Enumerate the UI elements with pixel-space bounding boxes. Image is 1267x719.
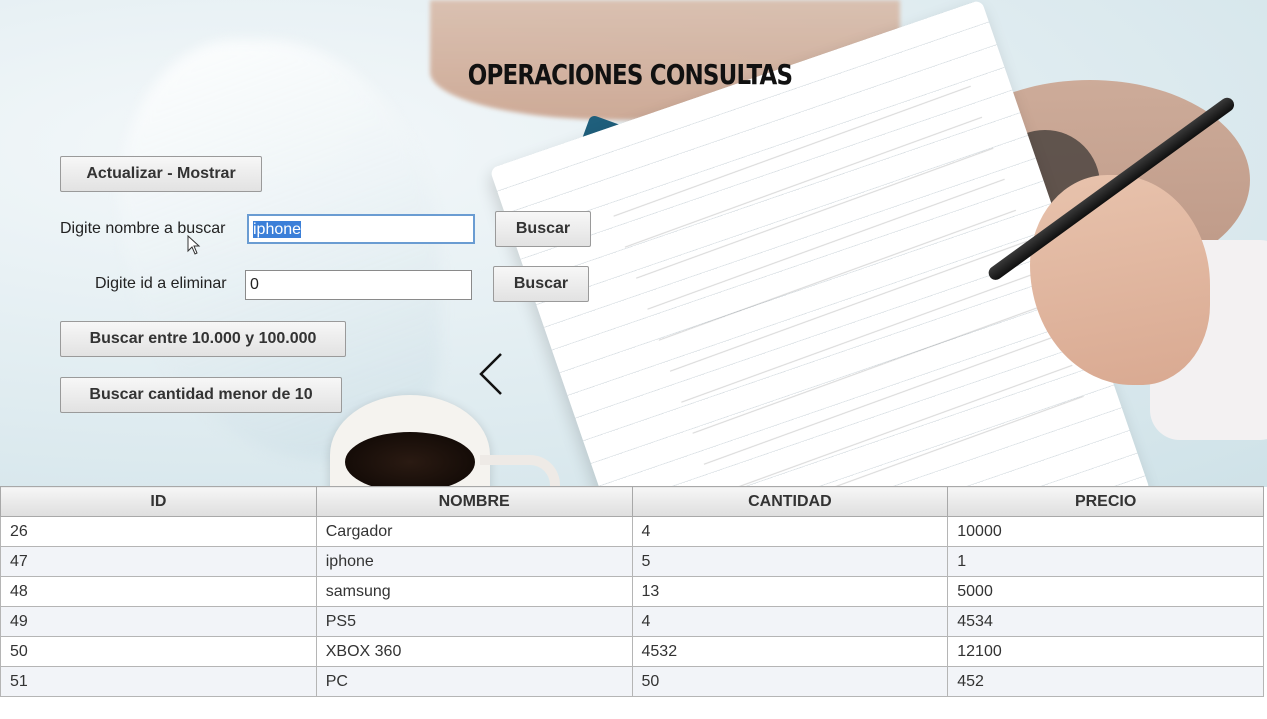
- cell-nombre: samsung: [315, 576, 633, 607]
- table-row[interactable]: 47 iphone 5 1: [0, 546, 1264, 577]
- range-search-button[interactable]: Buscar entre 10.000 y 100.000: [60, 321, 346, 357]
- delete-id-label: Digite id a eliminar: [95, 275, 227, 292]
- cell-cantidad: 4532: [631, 636, 949, 667]
- cell-precio: 10000: [947, 516, 1264, 547]
- cell-cantidad: 4: [631, 606, 949, 637]
- cell-precio: 1: [947, 546, 1264, 577]
- table-row[interactable]: 26 Cargador 4 10000: [0, 516, 1264, 547]
- cell-nombre: PC: [315, 666, 633, 697]
- cell-cantidad: 13: [631, 576, 949, 607]
- cell-nombre: Cargador: [315, 516, 633, 547]
- cell-precio: 4534: [947, 606, 1264, 637]
- table-row[interactable]: 48 samsung 13 5000: [0, 576, 1264, 607]
- refresh-show-button[interactable]: Actualizar - Mostrar: [60, 156, 262, 192]
- page-title: OPERACIONES CONSULTAS: [467, 58, 793, 91]
- table-header-row: ID NOMBRE CANTIDAD PRECIO: [0, 486, 1264, 517]
- column-header-id[interactable]: ID: [0, 486, 317, 517]
- low-quantity-search-button[interactable]: Buscar cantidad menor de 10: [60, 377, 342, 413]
- cell-cantidad: 5: [631, 546, 949, 577]
- cell-nombre: iphone: [315, 546, 633, 577]
- table-row[interactable]: 49 PS5 4 4534: [0, 606, 1264, 637]
- delete-id-value: 0: [250, 276, 259, 293]
- mouse-cursor-icon: [187, 235, 201, 255]
- column-header-cantidad[interactable]: CANTIDAD: [631, 486, 949, 517]
- products-table: ID NOMBRE CANTIDAD PRECIO 26 Cargador 4 …: [0, 486, 1264, 697]
- delete-id-button[interactable]: Buscar: [493, 266, 589, 302]
- column-header-precio[interactable]: PRECIO: [947, 486, 1264, 517]
- cell-id: 51: [0, 666, 317, 697]
- delete-id-input[interactable]: 0: [245, 270, 472, 300]
- cell-nombre: XBOX 360: [315, 636, 633, 667]
- cell-cantidad: 4: [631, 516, 949, 547]
- search-name-value: iphone: [253, 221, 302, 238]
- cell-precio: 12100: [947, 636, 1264, 667]
- cell-nombre: PS5: [315, 606, 633, 637]
- cell-id: 26: [0, 516, 317, 547]
- search-name-input[interactable]: iphone: [247, 214, 475, 244]
- cell-id: 47: [0, 546, 317, 577]
- column-header-nombre[interactable]: NOMBRE: [315, 486, 633, 517]
- search-name-button[interactable]: Buscar: [495, 211, 591, 247]
- cell-id: 49: [0, 606, 317, 637]
- cell-id: 50: [0, 636, 317, 667]
- cell-precio: 5000: [947, 576, 1264, 607]
- cell-id: 48: [0, 576, 317, 607]
- table-row[interactable]: 50 XBOX 360 4532 12100: [0, 636, 1264, 667]
- chevron-left-icon[interactable]: [478, 352, 504, 396]
- table-row[interactable]: 51 PC 50 452: [0, 666, 1264, 697]
- cell-cantidad: 50: [631, 666, 949, 697]
- cell-precio: 452: [947, 666, 1264, 697]
